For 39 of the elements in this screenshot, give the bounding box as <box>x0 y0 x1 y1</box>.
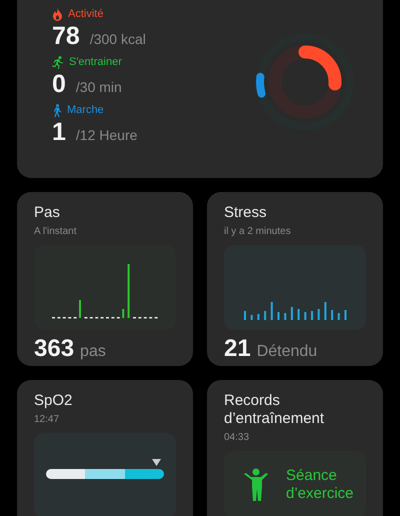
walking-figure-icon <box>52 104 62 116</box>
metric-label: Marche <box>67 104 104 116</box>
chart-bar <box>250 315 252 320</box>
running-figure-icon <box>52 56 64 68</box>
chart-bar <box>297 309 300 320</box>
card-timestamp: 12:47 <box>34 414 60 425</box>
card-timestamp: il y a 2 minutes <box>224 226 292 237</box>
chart-bar <box>284 313 286 320</box>
card-title: Records d’entraînement <box>224 391 326 428</box>
metric-value: 1 <box>52 118 66 147</box>
chart-bar <box>128 264 130 318</box>
metric-value: 0 <box>52 70 66 99</box>
chart-bar <box>290 307 292 320</box>
chart-bar <box>304 312 306 320</box>
steps-unit: pas <box>80 343 106 361</box>
metric-label: S'entrainer <box>69 56 122 68</box>
card-title: Pas <box>34 203 61 222</box>
stress-label: Détendu <box>256 343 318 361</box>
chart-bar <box>317 309 320 320</box>
stress-value: 21 <box>224 335 251 363</box>
chart-bar <box>337 313 340 320</box>
chart-bar <box>270 302 272 320</box>
metric-goal: /30 min <box>76 79 122 95</box>
flame-icon <box>52 8 63 20</box>
chart-bar <box>264 311 266 320</box>
metric-goal: /300 kcal <box>90 31 146 47</box>
metric-goal: /12 Heure <box>76 127 138 143</box>
metric-label: Activité <box>68 8 104 20</box>
steps-value: 363 <box>34 335 74 363</box>
card-timestamp: 04:33 <box>224 432 250 443</box>
metric-value: 78 <box>52 22 80 51</box>
chart-bar <box>256 314 259 320</box>
card-title: SpO2 <box>34 391 74 410</box>
card-title: Stress <box>224 203 268 222</box>
chart-bar <box>324 302 326 320</box>
standing-figure-icon <box>244 468 268 502</box>
chart-bar <box>122 309 124 318</box>
card-timestamp: A l'instant <box>34 226 78 237</box>
chart-bar <box>330 310 333 320</box>
